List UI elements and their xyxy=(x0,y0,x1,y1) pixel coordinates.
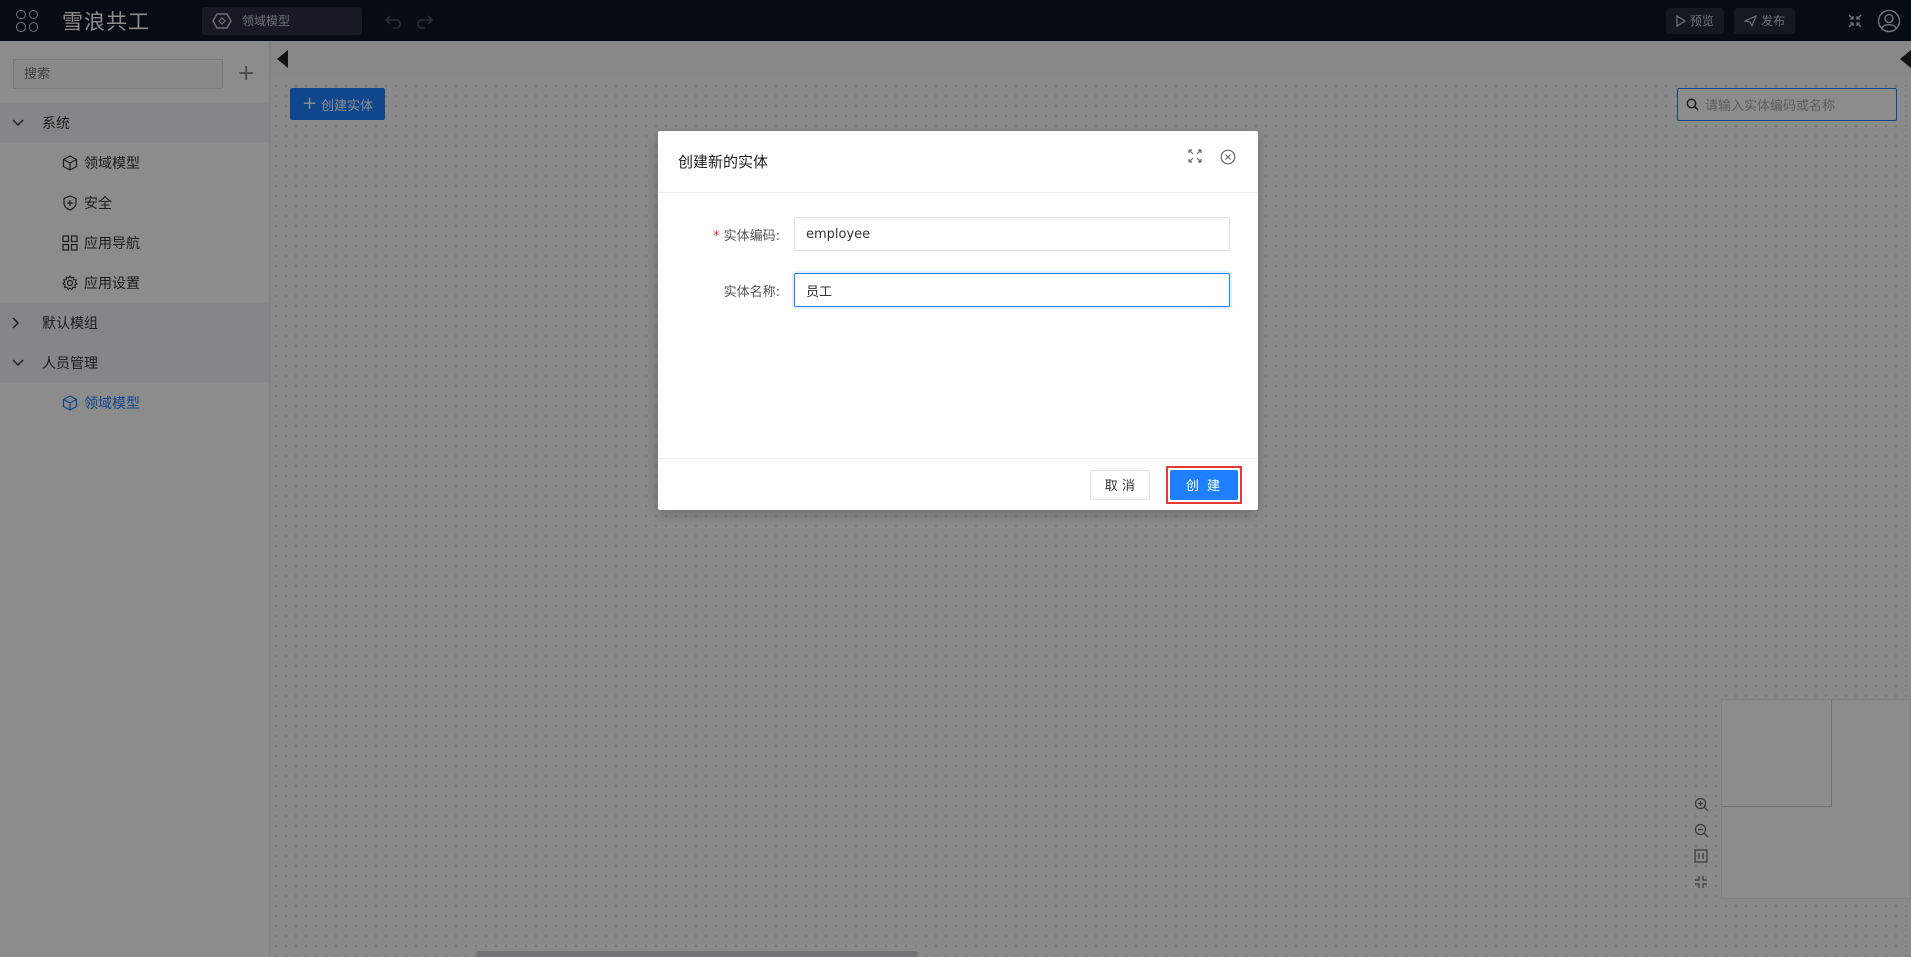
entity-name-label-text: 实体名称: xyxy=(723,284,780,300)
create-entity-dialog: 创建新的实体 * 实体编码: employee 实体名称: 员工 取 消 创 建 xyxy=(658,131,1258,510)
entity-code-input[interactable]: employee xyxy=(794,217,1230,251)
maximize-icon[interactable] xyxy=(1188,149,1202,163)
required-marker: * xyxy=(713,228,720,244)
entity-code-label-text: 实体编码: xyxy=(723,228,780,244)
dialog-footer: 取 消 创 建 xyxy=(658,458,1258,510)
dialog-header: 创建新的实体 xyxy=(658,131,1258,193)
close-icon[interactable] xyxy=(1220,149,1236,165)
dialog-body: * 实体编码: employee 实体名称: 员工 xyxy=(658,193,1258,458)
create-button[interactable]: 创 建 xyxy=(1169,469,1238,500)
cancel-button[interactable]: 取 消 xyxy=(1089,469,1150,500)
entity-code-label: * 实体编码: xyxy=(658,225,794,244)
entity-name-label: 实体名称: xyxy=(658,281,794,300)
dialog-header-icons xyxy=(1188,149,1236,165)
form-row-entity-name: 实体名称: 员工 xyxy=(658,273,1258,307)
dialog-title: 创建新的实体 xyxy=(678,153,769,171)
entity-name-value: 员工 xyxy=(806,284,833,300)
entity-name-input[interactable]: 员工 xyxy=(794,273,1230,307)
create-button-highlight: 创 建 xyxy=(1165,465,1242,504)
entity-code-value: employee xyxy=(806,226,871,242)
form-row-entity-code: * 实体编码: employee xyxy=(658,217,1258,251)
